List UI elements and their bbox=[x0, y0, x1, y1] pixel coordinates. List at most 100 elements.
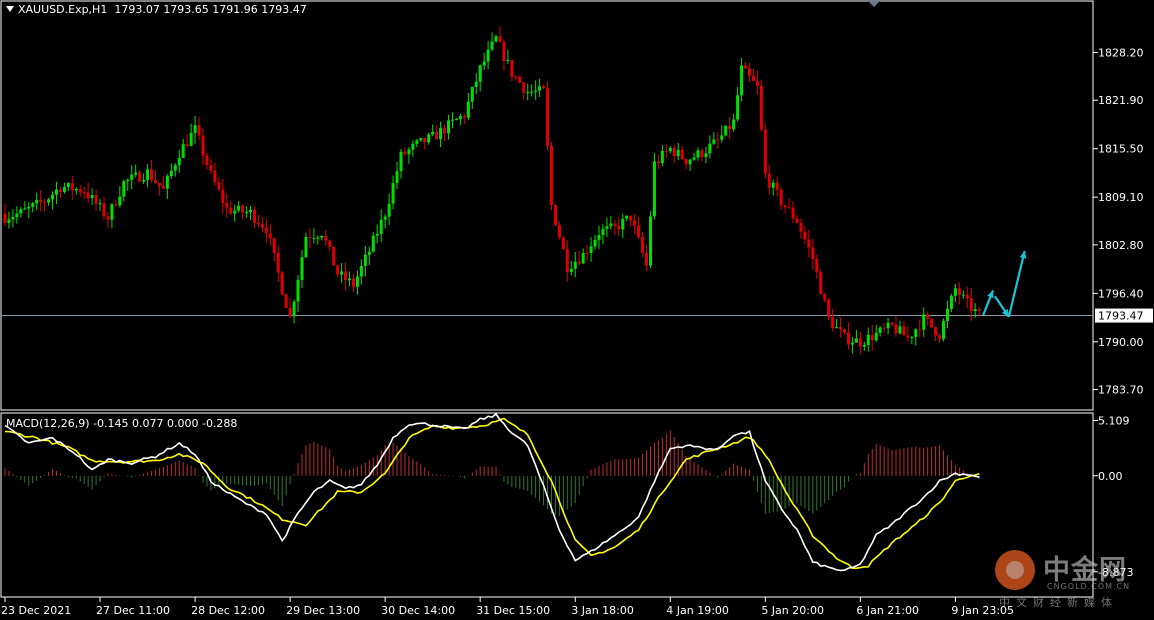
candle-body bbox=[645, 253, 649, 266]
candle bbox=[237, 200, 241, 213]
candle bbox=[926, 311, 930, 326]
candle bbox=[736, 87, 740, 122]
candle-body bbox=[146, 169, 150, 180]
candle bbox=[688, 158, 692, 171]
candle-body bbox=[66, 182, 70, 188]
candle bbox=[415, 139, 419, 148]
candle-body bbox=[526, 92, 530, 94]
forecast-arrows bbox=[982, 250, 1027, 318]
candle bbox=[312, 228, 316, 244]
candle bbox=[823, 293, 827, 303]
candle-body bbox=[486, 49, 490, 62]
candle-body bbox=[233, 210, 237, 214]
candle-body bbox=[300, 257, 304, 280]
candle-body bbox=[613, 223, 617, 226]
candle bbox=[656, 154, 660, 169]
candle bbox=[819, 268, 823, 295]
candle-body bbox=[890, 322, 894, 325]
candle bbox=[942, 318, 946, 342]
candle bbox=[70, 175, 74, 201]
candle-body bbox=[177, 157, 181, 166]
candle-body bbox=[221, 189, 225, 204]
candle bbox=[585, 244, 589, 262]
candle-body bbox=[62, 187, 66, 192]
candle-body bbox=[846, 332, 850, 345]
candle-body bbox=[538, 86, 542, 91]
candle bbox=[308, 228, 312, 249]
candle-body bbox=[90, 195, 94, 199]
candle-body bbox=[577, 261, 581, 264]
candle-body bbox=[332, 246, 336, 266]
candle bbox=[767, 164, 771, 195]
candle-body bbox=[870, 334, 874, 341]
candle bbox=[934, 326, 938, 341]
candle-body bbox=[173, 165, 177, 171]
candle bbox=[553, 204, 557, 227]
candle-body bbox=[779, 189, 783, 206]
price-tick-label: 1790.00 bbox=[1098, 336, 1144, 349]
candle bbox=[787, 198, 791, 209]
candle bbox=[7, 211, 11, 229]
candle-body bbox=[617, 225, 621, 230]
candle-body bbox=[502, 41, 506, 62]
chevron-down-icon[interactable] bbox=[6, 6, 14, 12]
candle-body bbox=[918, 329, 922, 331]
candle-body bbox=[831, 317, 835, 329]
candle bbox=[233, 204, 237, 222]
candle bbox=[280, 271, 284, 296]
candle-body bbox=[716, 139, 720, 141]
candles bbox=[3, 26, 981, 355]
candle bbox=[846, 322, 850, 350]
candle bbox=[423, 137, 427, 150]
candle bbox=[296, 274, 300, 313]
candle bbox=[949, 293, 953, 312]
candle bbox=[391, 175, 395, 210]
candle-body bbox=[340, 271, 344, 275]
candle bbox=[344, 262, 348, 291]
candle bbox=[78, 185, 82, 197]
candle bbox=[74, 187, 78, 195]
candle bbox=[447, 114, 451, 140]
candle-body bbox=[811, 247, 815, 259]
candle-body bbox=[751, 75, 755, 82]
candle-body bbox=[78, 188, 82, 193]
candle-body bbox=[530, 91, 534, 93]
candle-body bbox=[704, 153, 708, 158]
candle-body bbox=[185, 144, 189, 146]
candle-body bbox=[126, 179, 130, 182]
candle bbox=[577, 251, 581, 266]
candle-body bbox=[312, 238, 316, 240]
candle bbox=[138, 169, 142, 183]
candle bbox=[82, 186, 86, 199]
candle-body bbox=[431, 131, 435, 135]
candle-body bbox=[926, 314, 930, 319]
candle bbox=[621, 213, 625, 238]
candle bbox=[272, 238, 276, 262]
candle bbox=[886, 317, 890, 334]
candle-body bbox=[43, 202, 47, 204]
candle-body bbox=[668, 147, 672, 152]
candle-body bbox=[922, 314, 926, 330]
candle-body bbox=[633, 220, 637, 226]
candle-body bbox=[839, 327, 843, 330]
candle-body bbox=[648, 216, 652, 266]
candle bbox=[106, 211, 110, 229]
candle bbox=[494, 34, 498, 43]
candle bbox=[522, 81, 526, 100]
candle-body bbox=[419, 137, 423, 141]
candle bbox=[355, 270, 359, 295]
candle bbox=[252, 206, 256, 229]
candle-body bbox=[375, 233, 379, 236]
ohlc-values: 1793.07 1793.65 1791.96 1793.47 bbox=[114, 3, 307, 16]
candle bbox=[664, 144, 668, 159]
candle bbox=[375, 224, 379, 244]
candle-body bbox=[934, 327, 938, 336]
candle bbox=[652, 153, 656, 220]
candle bbox=[363, 245, 367, 277]
candle bbox=[486, 41, 490, 70]
candle-body bbox=[415, 140, 419, 144]
current-price-label: 1793.47 bbox=[1098, 310, 1144, 323]
candle bbox=[530, 84, 534, 97]
candle-body bbox=[641, 237, 645, 254]
candle bbox=[799, 218, 803, 239]
